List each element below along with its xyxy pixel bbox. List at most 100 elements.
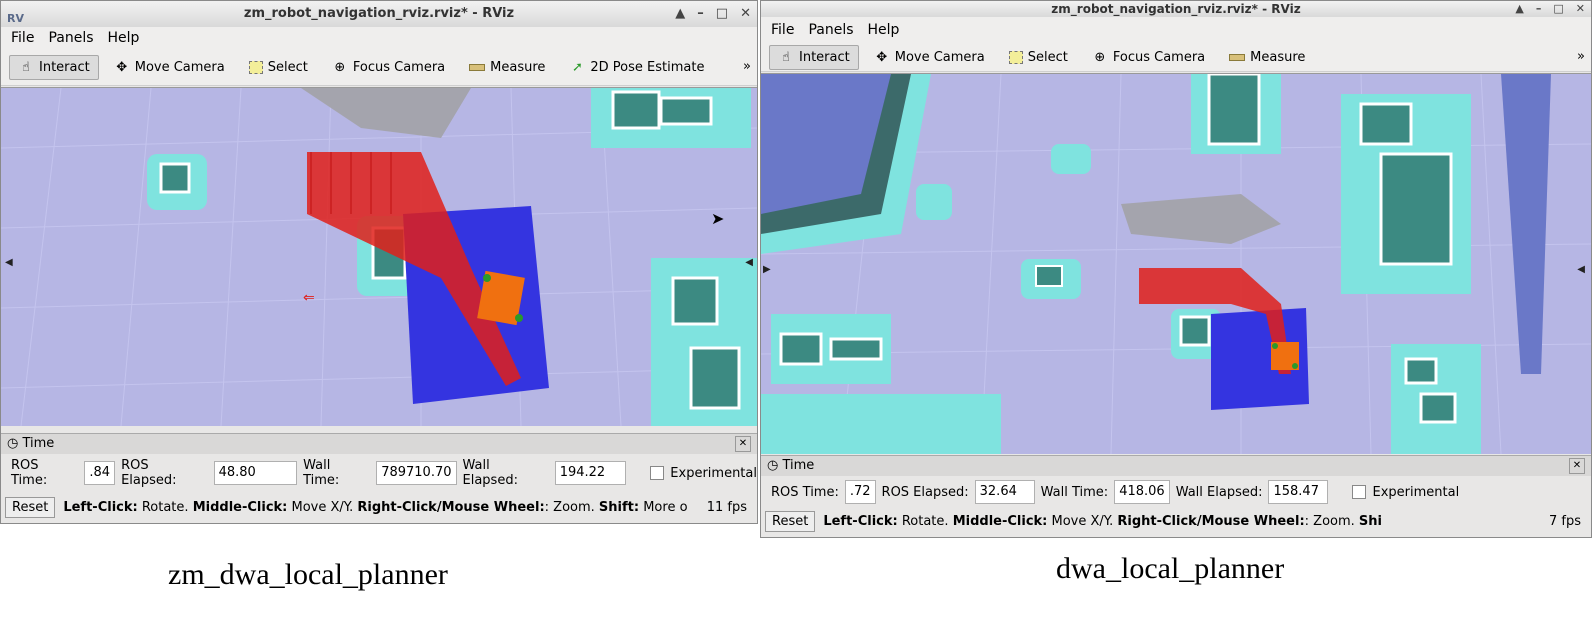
clock-icon: ◷ <box>767 458 779 473</box>
select-icon <box>1008 50 1023 64</box>
wall-time-field[interactable]: 418.06 <box>1114 480 1170 504</box>
experimental-toggle[interactable]: Experimental <box>650 466 757 481</box>
tool-label: 2D Pose Estimate <box>590 59 705 75</box>
time-panel-fields: ROS Time: .72 ROS Elapsed: 32.64 Wall Ti… <box>761 477 1591 507</box>
menu-bar: File Panels Help <box>761 17 1591 43</box>
toolbar-overflow-icon[interactable]: » <box>1577 49 1585 64</box>
tool-focus-camera[interactable]: ⊕ Focus Camera <box>323 55 454 80</box>
caption-left: zm_dwa_local_planner <box>168 558 448 591</box>
minimize-icon[interactable]: – <box>697 1 704 27</box>
3d-viewport[interactable]: ⇐ ➤ ◀ ◀ <box>1 87 757 426</box>
menu-bar: File Panels Help <box>1 27 757 49</box>
tool-measure[interactable]: Measure <box>1220 45 1314 70</box>
menu-panels[interactable]: Panels <box>48 27 93 49</box>
maximize-icon[interactable]: □ <box>1553 1 1563 17</box>
ros-elapsed-label: ROS Elapsed: <box>881 484 969 500</box>
ros-elapsed-field[interactable]: 32.64 <box>974 480 1035 504</box>
focus-camera-icon: ⊕ <box>1094 49 1106 65</box>
left-dock-toggle-icon[interactable]: ◀ <box>5 257 13 268</box>
tool-label: Focus Camera <box>352 59 446 75</box>
focus-camera-icon: ⊕ <box>334 59 346 75</box>
3d-viewport[interactable]: ▶ ◀ <box>761 73 1591 454</box>
menu-help[interactable]: Help <box>868 17 900 43</box>
time-panel-header: ◷ Time ✕ <box>1 433 757 454</box>
svg-text:⇐: ⇐ <box>303 290 315 306</box>
tool-interact[interactable]: ☝ Interact <box>769 44 859 70</box>
tool-interact[interactable]: ☝ Interact <box>9 54 99 80</box>
fps-readout: 11 fps <box>706 499 747 515</box>
tool-label: Interact <box>799 49 850 65</box>
pose-arrow-icon: ➚ <box>571 59 583 75</box>
wall-time-field[interactable]: 789710.70 <box>376 461 457 485</box>
tool-bar: ☝ Interact ✥ Move Camera Select ⊕ Focus … <box>1 49 757 86</box>
tool-label: Select <box>1027 49 1068 65</box>
wall-elapsed-label: Wall Elapsed: <box>1175 484 1263 500</box>
window-title: zm_robot_navigation_rviz.rviz* - RViz <box>1051 2 1301 16</box>
tool-move-camera[interactable]: ✥ Move Camera <box>865 45 994 70</box>
tool-label: Select <box>267 59 308 75</box>
move-camera-icon: ✥ <box>116 59 128 75</box>
reset-button[interactable]: Reset <box>5 496 56 518</box>
tool-2d-pose-estimate[interactable]: ➚ 2D Pose Estimate <box>560 55 713 80</box>
ros-time-field[interactable]: .84 <box>84 461 116 485</box>
ros-time-label: ROS Time: <box>771 484 839 500</box>
tool-move-camera[interactable]: ✥ Move Camera <box>105 55 234 80</box>
menu-panels[interactable]: Panels <box>808 17 853 43</box>
ros-time-field[interactable]: .72 <box>844 480 876 504</box>
ros-elapsed-field[interactable]: 48.80 <box>213 461 298 485</box>
move-camera-icon: ✥ <box>876 49 888 65</box>
experimental-label: Experimental <box>670 465 757 481</box>
wall-elapsed-field[interactable]: 158.47 <box>1268 480 1329 504</box>
ruler-icon <box>1229 53 1246 61</box>
map-render <box>761 74 1591 454</box>
tool-label: Interact <box>39 59 90 75</box>
caption-right: dwa_local_planner <box>1056 552 1285 585</box>
time-panel-fields: ROS Time: .84 ROS Elapsed: 48.80 Wall Ti… <box>1 458 757 488</box>
right-dock-toggle-icon[interactable]: ◀ <box>1577 264 1585 275</box>
hand-icon: ☝ <box>22 59 30 75</box>
wall-elapsed-label: Wall Elapsed: <box>462 458 518 488</box>
panel-close-icon[interactable]: ✕ <box>735 436 751 452</box>
wall-elapsed-field[interactable]: 194.22 <box>554 461 627 485</box>
tool-label: Move Camera <box>894 49 985 65</box>
experimental-checkbox[interactable] <box>1352 485 1367 499</box>
wall-time-label: Wall Time: <box>303 458 340 488</box>
fps-readout: 7 fps <box>1548 513 1581 529</box>
close-icon[interactable]: ✕ <box>1576 1 1585 17</box>
title-bar[interactable]: zm_robot_navigation_rviz.rviz* - RViz ▲ … <box>761 1 1591 17</box>
mouse-hint: Left-Click: Rotate. Middle-Click: Move X… <box>63 499 688 515</box>
rviz-logo-icon: RV <box>7 12 24 25</box>
pin-icon[interactable]: ▲ <box>675 1 685 27</box>
tool-select[interactable]: Select <box>240 55 317 80</box>
toolbar-overflow-icon[interactable]: » <box>743 59 751 74</box>
minimize-icon[interactable]: – <box>1536 1 1542 17</box>
rviz-window-right: zm_robot_navigation_rviz.rviz* - RViz ▲ … <box>760 0 1592 538</box>
menu-file[interactable]: File <box>771 17 794 43</box>
tool-focus-camera[interactable]: ⊕ Focus Camera <box>1083 45 1214 70</box>
left-dock-toggle-icon[interactable]: ▶ <box>763 264 771 275</box>
tool-measure[interactable]: Measure <box>460 55 554 80</box>
ruler-icon <box>469 63 486 71</box>
tool-bar: ☝ Interact ✥ Move Camera Select ⊕ Focus … <box>761 43 1591 72</box>
reset-button[interactable]: Reset <box>765 510 816 532</box>
experimental-checkbox[interactable] <box>650 466 665 480</box>
close-icon[interactable]: ✕ <box>740 1 751 27</box>
title-bar[interactable]: RV zm_robot_navigation_rviz.rviz* - RViz… <box>1 1 757 27</box>
panel-close-icon[interactable]: ✕ <box>1569 458 1585 474</box>
right-dock-toggle-icon[interactable]: ◀ <box>745 257 753 268</box>
wall-time-label: Wall Time: <box>1040 484 1109 500</box>
ros-time-label: ROS Time: <box>11 458 48 488</box>
svg-text:➤: ➤ <box>711 209 724 228</box>
time-panel-title: Time <box>22 436 55 451</box>
status-bar: Reset Left-Click: Rotate. Middle-Click: … <box>1 493 757 521</box>
ros-elapsed-label: ROS Elapsed: <box>121 458 177 488</box>
experimental-toggle[interactable]: Experimental <box>1352 485 1459 500</box>
tool-select[interactable]: Select <box>1000 45 1077 70</box>
tool-label: Move Camera <box>134 59 225 75</box>
tool-label: Measure <box>490 59 546 75</box>
menu-help[interactable]: Help <box>108 27 140 49</box>
status-bar: Reset Left-Click: Rotate. Middle-Click: … <box>761 507 1591 535</box>
pin-icon[interactable]: ▲ <box>1515 1 1523 17</box>
maximize-icon[interactable]: □ <box>716 1 728 27</box>
select-icon <box>248 60 263 74</box>
